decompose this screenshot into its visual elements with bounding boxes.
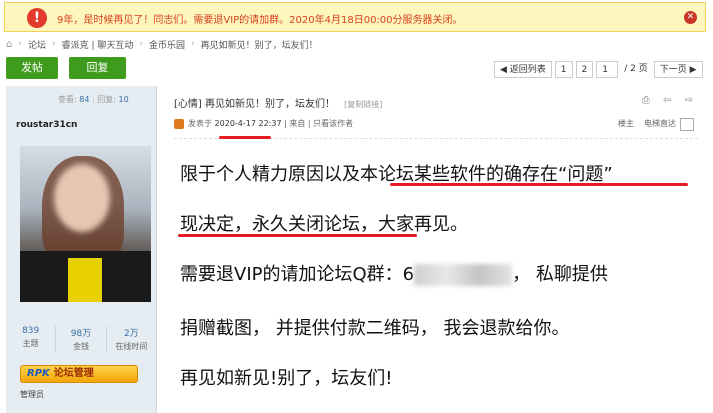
breadcrumb-separator: › [190, 39, 195, 49]
replies-label: 回复: [97, 95, 116, 104]
breadcrumb-separator: › [51, 39, 56, 49]
post-line-3-a: 需要退VIP的请加论坛Q群：6 [180, 264, 415, 285]
blurred-group-number [414, 264, 513, 286]
stat-online-time[interactable]: 2万 在线时间 [107, 326, 156, 352]
breadcrumb-item-thread[interactable]: 再见如新见！别了，坛友们！ [201, 38, 318, 51]
post-title-text: [心情] 再见如新见！别了，坛友们！ [174, 99, 335, 110]
stat-label: 主题 [22, 339, 39, 348]
views-label: 查看: [58, 95, 77, 104]
back-to-list-button[interactable]: ◀ 返回列表 [494, 61, 552, 78]
badge-logo: RPK [27, 368, 50, 379]
stat-money[interactable]: 98万 金钱 [56, 326, 107, 352]
stat-label: 金钱 [72, 342, 89, 351]
admin-badge: RPK 论坛管理 [20, 365, 138, 383]
user-stats: 839 主题 98万 金钱 2万 在线时间 [6, 326, 156, 352]
page-input[interactable]: 1 [596, 61, 619, 78]
post-line-5: 再见如新见!别了，坛友们! [180, 368, 393, 389]
post-button[interactable]: 发帖 [6, 57, 58, 79]
posted-prefix: 发表于 [188, 119, 212, 128]
floor-label: 楼主 [617, 119, 634, 128]
breadcrumb-separator: › [18, 39, 22, 49]
post-title: [心情] 再见如新见！别了，坛友们！ [复制链接] [174, 95, 382, 110]
highlight-underline-2 [178, 234, 417, 237]
copy-link[interactable]: [复制链接] [344, 100, 382, 109]
badge-text: 论坛管理 [53, 368, 94, 379]
stat-value: 2万 [123, 329, 139, 339]
stat-topics[interactable]: 839 主题 [6, 326, 57, 352]
reply-button[interactable]: 回复 [69, 57, 126, 79]
username[interactable]: roustar31cn [16, 120, 77, 130]
notice-text: 9年，是时候再见了！同志们。需要退VIP的请加群。2020年4月18日00:00… [57, 15, 463, 26]
user-role: 管理员 [20, 390, 44, 399]
date-underline [219, 136, 271, 139]
pager: ◀ 返回列表 1 2 1 / 2 页 下一页 ▶ [494, 61, 703, 78]
notice-bar: ! 9年，是时候再见了！同志们。需要退VIP的请加群。2020年4月18日00:… [4, 2, 706, 32]
thread-stats: 查看: 84 | 回复: 10 [58, 95, 129, 104]
elevator-input[interactable] [680, 118, 694, 131]
stat-label: 在线时间 [115, 342, 148, 351]
home-icon[interactable]: ⌂ [6, 39, 12, 50]
posted-date: 2020-4-17 22:37 [214, 119, 282, 128]
page-1-link[interactable]: 1 [554, 61, 573, 78]
breadcrumb-item-gold[interactable]: 金币乐园 [149, 38, 185, 51]
post-tools-icons[interactable]: ⎙ ⇦ ⇨ [642, 95, 698, 106]
replies-count: 10 [118, 95, 129, 104]
highlight-underline-1 [390, 183, 688, 186]
post: [心情] 再见如新见！别了，坛友们！ [复制链接] ⎙ ⇦ ⇨ 发表于 2020… [162, 86, 706, 413]
author-panel: 查看: 84 | 回复: 10 roustar31cn 839 主题 98万 金… [6, 86, 157, 413]
next-page-button[interactable]: 下一页 ▶ [653, 61, 703, 78]
breadcrumb-item-chat[interactable]: 睿派克 | 聊天互动 [62, 38, 134, 51]
stat-value: 98万 [70, 329, 92, 339]
page-2-link[interactable]: 2 [575, 61, 594, 78]
posted-suffix[interactable]: | 来自 | 只看该作者 [282, 119, 353, 128]
post-line-4: 捐赠截图， 并提供付款二维码， 我会退款给你。 [180, 318, 570, 339]
views-count: 84 [79, 95, 90, 104]
close-icon[interactable]: ✕ [684, 11, 697, 24]
post-line-2: 现决定，永久关闭论坛，大家再见。 [180, 214, 468, 235]
breadcrumb-item-forum[interactable]: 论坛 [28, 38, 46, 51]
exclamation-icon: ! [27, 8, 47, 28]
post-line-3-b: ， 私聊提供 [512, 264, 608, 285]
post-line-3: 需要退VIP的请加论坛Q群：6 ， 私聊提供 [180, 260, 608, 286]
stat-value: 839 [22, 326, 40, 336]
page-total: / 2 页 [621, 61, 651, 78]
elevator-label: 电梯直达 [644, 119, 676, 128]
breadcrumb: ⌂ › 论坛 › 睿派克 | 聊天互动 › 金币乐园 › 再见如新见！别了，坛友… [6, 36, 318, 52]
post-meta: 发表于 2020-4-17 22:37 | 来自 | 只看该作者 楼主 电梯直达 [174, 118, 696, 132]
user-online-icon [174, 119, 184, 129]
posted-info: 发表于 2020-4-17 22:37 | 来自 | 只看该作者 [188, 118, 353, 129]
floor-info: 楼主 电梯直达 [618, 118, 676, 129]
avatar[interactable] [20, 146, 151, 302]
breadcrumb-separator: › [139, 39, 143, 49]
